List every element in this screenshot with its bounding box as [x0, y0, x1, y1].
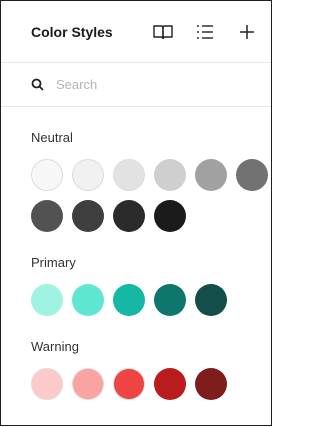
search-icon	[31, 78, 44, 91]
color-swatch[interactable]	[195, 368, 227, 400]
color-swatch[interactable]	[72, 368, 104, 400]
group-label: Neutral	[31, 130, 73, 145]
group-label: Primary	[31, 255, 76, 270]
panel-header: Color Styles	[1, 1, 271, 63]
color-swatch[interactable]	[195, 159, 227, 191]
list-icon[interactable]	[195, 22, 215, 42]
group-neutral: Neutral	[1, 130, 271, 232]
swatch-list	[31, 159, 271, 232]
group-label: Warning	[31, 339, 79, 354]
color-swatch[interactable]	[31, 368, 63, 400]
color-swatch[interactable]	[154, 159, 186, 191]
book-icon[interactable]	[153, 22, 173, 42]
color-swatch[interactable]	[113, 368, 145, 400]
color-swatch[interactable]	[31, 159, 63, 191]
plus-icon[interactable]	[237, 22, 257, 42]
color-swatch[interactable]	[113, 200, 145, 232]
group-primary: Primary	[1, 255, 271, 316]
color-swatch[interactable]	[154, 284, 186, 316]
group-warning: Warning	[1, 339, 271, 400]
search-input[interactable]	[54, 76, 238, 93]
color-swatch[interactable]	[72, 200, 104, 232]
color-styles-panel: Color Styles Search Neutral Primary Warn…	[0, 0, 272, 426]
color-swatch[interactable]	[195, 284, 227, 316]
panel-title: Color Styles	[31, 23, 113, 40]
color-swatch[interactable]	[31, 284, 63, 316]
color-swatch[interactable]	[113, 284, 145, 316]
color-swatch[interactable]	[154, 200, 186, 232]
color-swatch[interactable]	[72, 284, 104, 316]
swatch-list	[31, 368, 271, 400]
color-swatch[interactable]	[72, 159, 104, 191]
header-actions	[153, 22, 257, 42]
search-bar	[1, 63, 271, 107]
color-swatch[interactable]	[113, 159, 145, 191]
swatch-list	[31, 284, 271, 316]
color-swatch[interactable]	[154, 368, 186, 400]
color-swatch[interactable]	[31, 200, 63, 232]
color-swatch[interactable]	[236, 159, 268, 191]
